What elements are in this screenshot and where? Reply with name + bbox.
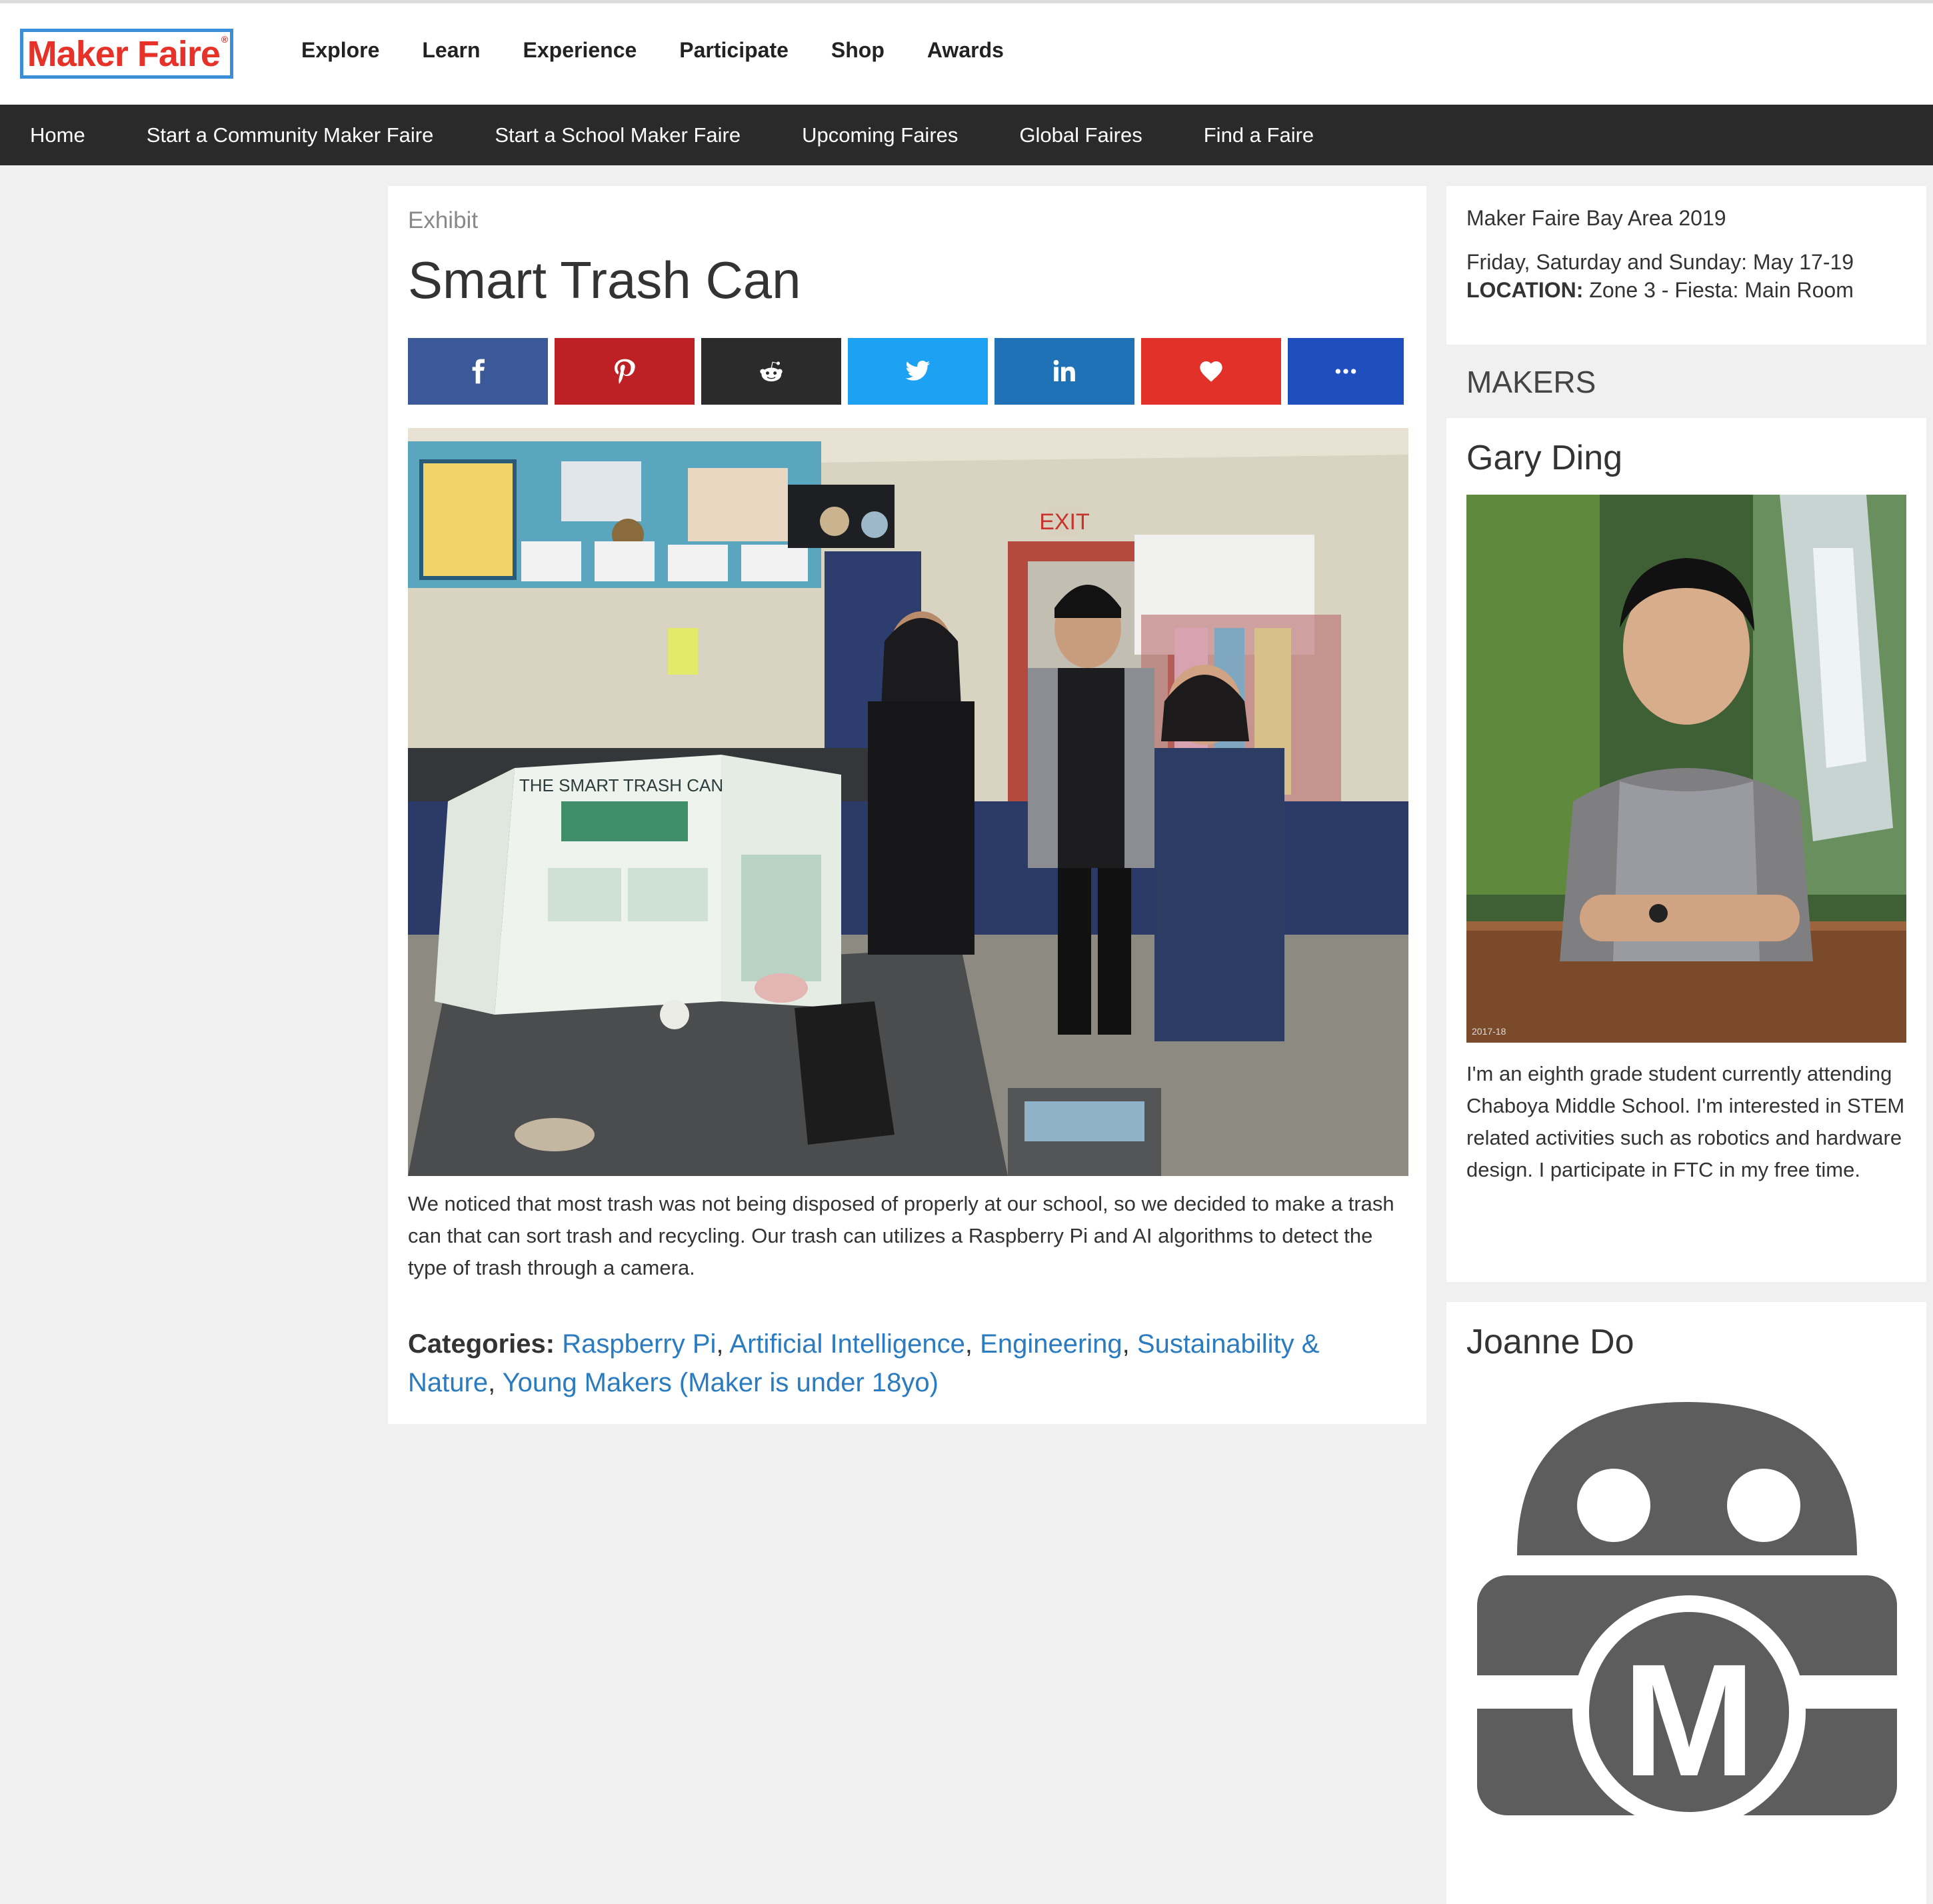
- subnav-home[interactable]: Home: [0, 123, 117, 147]
- exhibit-card: Exhibit Smart Trash Can EXIT THE SMART T…: [388, 186, 1426, 1424]
- maker-bio: I'm an eighth grade student currently at…: [1466, 1062, 1905, 1181]
- main-nav: Explore Learn Experience Participate Sho…: [301, 38, 1046, 63]
- heart-icon: [1200, 361, 1222, 382]
- event-dates: Friday, Saturday and Sunday: May 17-19: [1466, 250, 1854, 274]
- pinterest-icon: [615, 359, 635, 384]
- maker-name: Joanne Do: [1466, 1323, 1634, 1361]
- linkedin-icon: [1053, 360, 1075, 381]
- maker-card: Gary Ding 2017-18 I'm an eighth grade st…: [1446, 418, 1926, 1282]
- facebook-icon: [472, 359, 485, 384]
- share-facebook-button[interactable]: [408, 338, 548, 405]
- nav-experience[interactable]: Experience: [523, 38, 637, 63]
- subnav-start-school[interactable]: Start a School Maker Faire: [465, 123, 772, 147]
- nav-participate[interactable]: Participate: [679, 38, 789, 63]
- nav-shop[interactable]: Shop: [831, 38, 885, 63]
- photo-board-text: THE SMART TRASH CAN: [519, 775, 723, 795]
- category-link-engineering[interactable]: Engineering: [980, 1329, 1122, 1359]
- share-buttons: [408, 338, 1404, 405]
- share-pinterest-button[interactable]: [555, 338, 695, 405]
- photo-caption: 2017-18: [1472, 1026, 1506, 1037]
- makey-logo-letter: M: [1622, 1631, 1756, 1809]
- maker-photo-illustration: 2017-18: [1466, 495, 1906, 1043]
- category-link-young-makers[interactable]: Young Makers (Maker is under 18yo): [503, 1368, 939, 1397]
- share-reddit-button[interactable]: [701, 338, 841, 405]
- exhibit-categories: Categories: Raspberry Pi, Artificial Int…: [408, 1329, 1320, 1397]
- event-location: LOCATION: Zone 3 - Fiesta: Main Room: [1466, 278, 1854, 303]
- sub-nav: Home Start a Community Maker Faire Start…: [0, 105, 1933, 165]
- maker-faire-logo[interactable]: Maker Faire ®: [20, 29, 233, 79]
- category-link-raspberry-pi[interactable]: Raspberry Pi: [562, 1329, 716, 1359]
- maker-photo: 2017-18: [1466, 495, 1906, 1043]
- subnav-find-a-faire[interactable]: Find a Faire: [1174, 123, 1345, 147]
- exhibit-title: Smart Trash Can: [408, 251, 801, 309]
- exhibit-description: We noticed that most trash was not being…: [408, 1192, 1394, 1279]
- category-link-artificial-intelligence[interactable]: Artificial Intelligence: [729, 1329, 965, 1359]
- share-twitter-button[interactable]: [848, 338, 988, 405]
- nav-awards[interactable]: Awards: [927, 38, 1004, 63]
- logo-text: Maker Faire: [27, 33, 221, 74]
- site-header: Maker Faire ® Explore Learn Experience Pa…: [0, 3, 1933, 105]
- exhibit-type-label: Exhibit: [408, 207, 479, 233]
- exhibit-photo: EXIT THE SMART TRASH CAN: [408, 428, 1408, 1176]
- logo-registered-mark: ®: [221, 33, 228, 45]
- event-name: Maker Faire Bay Area 2019: [1466, 206, 1726, 230]
- twitter-icon: [905, 361, 931, 381]
- exit-sign-text: EXIT: [1039, 509, 1090, 535]
- exhibit-photo-illustration: EXIT THE SMART TRASH CAN: [408, 428, 1408, 1176]
- share-more-button[interactable]: [1288, 338, 1404, 405]
- maker-name: Gary Ding: [1466, 439, 1623, 477]
- favorite-button[interactable]: [1141, 338, 1281, 405]
- location-label: LOCATION:: [1466, 278, 1584, 302]
- subnav-start-community[interactable]: Start a Community Maker Faire: [117, 123, 465, 147]
- nav-learn[interactable]: Learn: [422, 38, 480, 63]
- event-info-card: Maker Faire Bay Area 2019 Friday, Saturd…: [1446, 186, 1926, 345]
- nav-explore[interactable]: Explore: [301, 38, 379, 63]
- categories-label: Categories:: [408, 1329, 555, 1359]
- more-icon: [1335, 369, 1356, 374]
- reddit-icon: [760, 361, 783, 382]
- share-linkedin-button[interactable]: [994, 338, 1134, 405]
- maker-card: Joanne Do M: [1446, 1302, 1926, 1904]
- subnav-upcoming-faires[interactable]: Upcoming Faires: [772, 123, 989, 147]
- makers-heading: MAKERS: [1466, 365, 1596, 399]
- location-value: Zone 3 - Fiesta: Main Room: [1589, 278, 1854, 302]
- makey-robot-icon: M: [1477, 1402, 1897, 1822]
- subnav-global-faires[interactable]: Global Faires: [989, 123, 1173, 147]
